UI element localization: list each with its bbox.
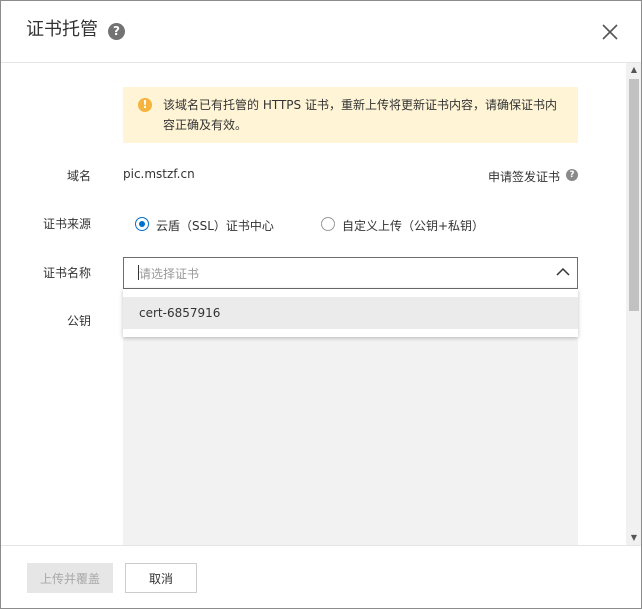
warning-notice: ! 该域名已有托管的 HTTPS 证书，重新上传将更新证书内容，请确保证书内容正…: [123, 87, 578, 143]
radio-ssl-center-label[interactable]: 云盾（SSL）证书中心: [156, 217, 274, 234]
scroll-down-arrow-icon[interactable]: ▼: [626, 531, 641, 545]
dialog-header: 证书托管 ?: [1, 1, 641, 63]
warning-circle-icon: !: [138, 98, 152, 112]
close-icon[interactable]: [599, 21, 621, 43]
cancel-button[interactable]: 取消: [125, 563, 197, 593]
cert-name-label: 证书名称: [42, 266, 91, 280]
domain-value: pic.mstzf.cn: [123, 167, 195, 181]
cert-dropdown-menu: cert-6857916: [123, 289, 578, 337]
cert-source-label: 证书来源: [42, 217, 91, 231]
apply-cert-link[interactable]: 申请签发证书: [488, 168, 560, 185]
domain-label: 域名: [66, 169, 91, 183]
question-circle-icon[interactable]: ?: [566, 169, 578, 181]
radio-ssl-center[interactable]: [135, 217, 149, 231]
dialog-title: 证书托管: [26, 19, 98, 40]
scroll-thumb[interactable]: [629, 79, 639, 311]
public-key-textarea[interactable]: [123, 325, 578, 545]
vertical-scrollbar[interactable]: ▲ ▼: [626, 63, 641, 545]
dialog-footer: 上传并覆盖 取消: [1, 545, 641, 608]
scroll-up-arrow-icon[interactable]: ▲: [626, 63, 641, 77]
radio-custom-upload-label[interactable]: 自定义上传（公钥+私钥）: [342, 217, 484, 234]
chevron-up-icon[interactable]: [556, 267, 570, 277]
dropdown-option[interactable]: cert-6857916: [123, 297, 578, 329]
notice-text: 该域名已有托管的 HTTPS 证书，重新上传将更新证书内容，请确保证书内容正确及…: [163, 98, 557, 132]
dropdown-option-label: cert-6857916: [139, 306, 221, 320]
select-placeholder: 请选择证书: [139, 267, 200, 281]
radio-custom-upload[interactable]: [321, 217, 335, 231]
public-key-label: 公钥: [66, 314, 91, 328]
cert-hosting-dialog: 证书托管 ? ! 该域名已有托管的 HTTPS 证书，重新上传将更新证书内容，请…: [0, 0, 642, 609]
cert-name-select[interactable]: 请选择证书: [123, 257, 578, 289]
upload-overwrite-button[interactable]: 上传并覆盖: [27, 563, 113, 593]
question-circle-icon[interactable]: ?: [108, 23, 125, 40]
dialog-body: ! 该域名已有托管的 HTTPS 证书，重新上传将更新证书内容，请确保证书内容正…: [1, 63, 625, 545]
